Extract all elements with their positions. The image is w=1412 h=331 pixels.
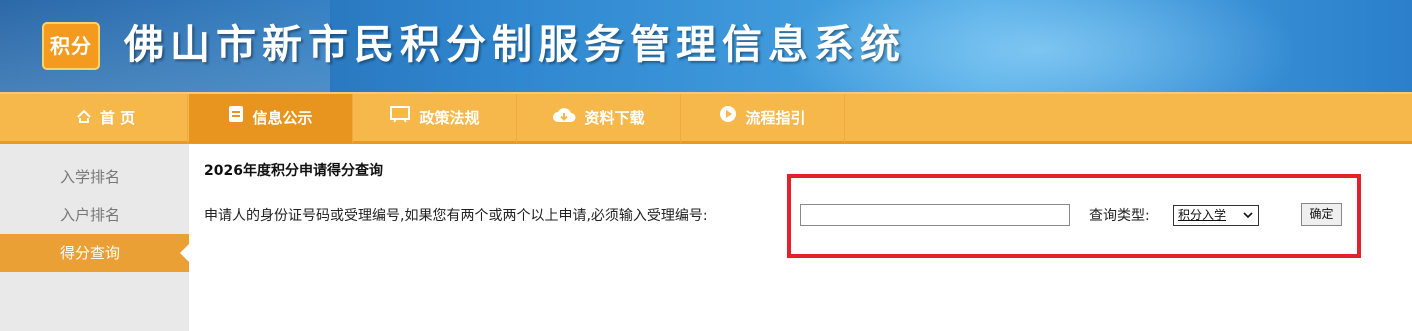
sidebar-item-label: 入户排名 bbox=[60, 206, 121, 224]
play-circle-icon bbox=[719, 94, 737, 143]
active-pointer-icon bbox=[180, 244, 189, 262]
nav-item-label: 首 页 bbox=[99, 109, 136, 127]
nav-item-notice[interactable]: 信息公示 bbox=[189, 94, 353, 143]
sidebar-item-hukou-ranking[interactable]: 入户排名 bbox=[0, 196, 189, 234]
confirm-button[interactable]: 确定 bbox=[1301, 203, 1342, 226]
notice-icon bbox=[228, 94, 244, 143]
system-title: 佛山市新市民积分制服务管理信息系统 bbox=[124, 21, 906, 68]
query-type-selected: 积分入学 bbox=[1178, 208, 1227, 222]
main-nav: 首 页 信息公示 政策法规 资料下载 流程指引 bbox=[0, 92, 1412, 144]
nav-item-label: 信息公示 bbox=[252, 109, 313, 127]
query-type-label: 查询类型: bbox=[1089, 208, 1150, 224]
nav-item-policy[interactable]: 政策法规 bbox=[353, 94, 517, 143]
nav-item-home[interactable]: 首 页 bbox=[24, 94, 188, 143]
cloud-download-icon bbox=[552, 94, 576, 143]
nav-item-download[interactable]: 资料下载 bbox=[517, 94, 681, 143]
policy-board-icon bbox=[389, 94, 411, 143]
sidebar: 入学排名 入户排名 得分查询 bbox=[0, 144, 189, 331]
sidebar-item-score-query[interactable]: 得分查询 bbox=[0, 234, 189, 272]
nav-item-process[interactable]: 流程指引 bbox=[681, 94, 845, 143]
sidebar-item-label: 入学排名 bbox=[60, 168, 121, 186]
query-type-select[interactable]: 积分入学 bbox=[1173, 205, 1259, 226]
jifen-logo: 积分 bbox=[42, 22, 100, 70]
sidebar-item-label: 得分查询 bbox=[60, 244, 121, 262]
nav-item-label: 流程指引 bbox=[745, 109, 806, 127]
home-icon bbox=[76, 94, 92, 143]
nav-item-label: 政策法规 bbox=[419, 109, 480, 127]
sidebar-item-school-ranking[interactable]: 入学排名 bbox=[0, 158, 189, 196]
chevron-down-icon bbox=[1243, 206, 1253, 230]
header-banner: 积分 佛山市新市民积分制服务管理信息系统 bbox=[0, 0, 1412, 92]
query-instruction: 申请人的身份证号码或受理编号,如果您有两个或两个以上申请,必须输入受理编号: bbox=[204, 208, 708, 224]
nav-item-label: 资料下载 bbox=[584, 109, 645, 127]
id-number-input[interactable] bbox=[800, 204, 1070, 226]
page-title: 2026年度积分申请得分查询 bbox=[204, 163, 383, 179]
